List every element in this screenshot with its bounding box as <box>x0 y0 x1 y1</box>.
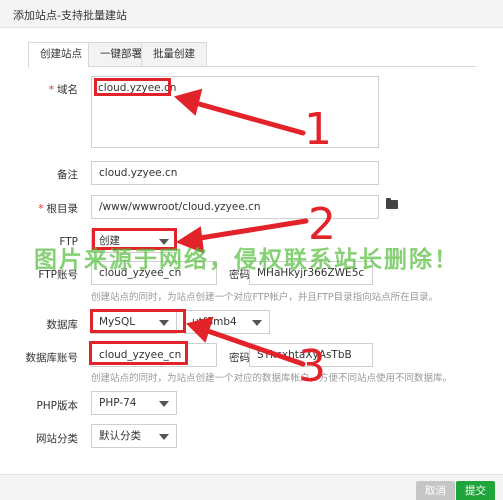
arrow-3-head <box>186 316 214 343</box>
arrow-2-shaft <box>191 218 309 242</box>
annotation-number-3: 3 <box>298 341 326 392</box>
arrow-1-shaft <box>189 99 306 136</box>
annotation-number-1: 1 <box>304 104 332 155</box>
watermark-text: 图片来源于网络，侵权联系站长删除！ <box>34 247 459 273</box>
arrow-1-head <box>173 88 203 116</box>
arrow-3-shaft <box>199 326 306 367</box>
